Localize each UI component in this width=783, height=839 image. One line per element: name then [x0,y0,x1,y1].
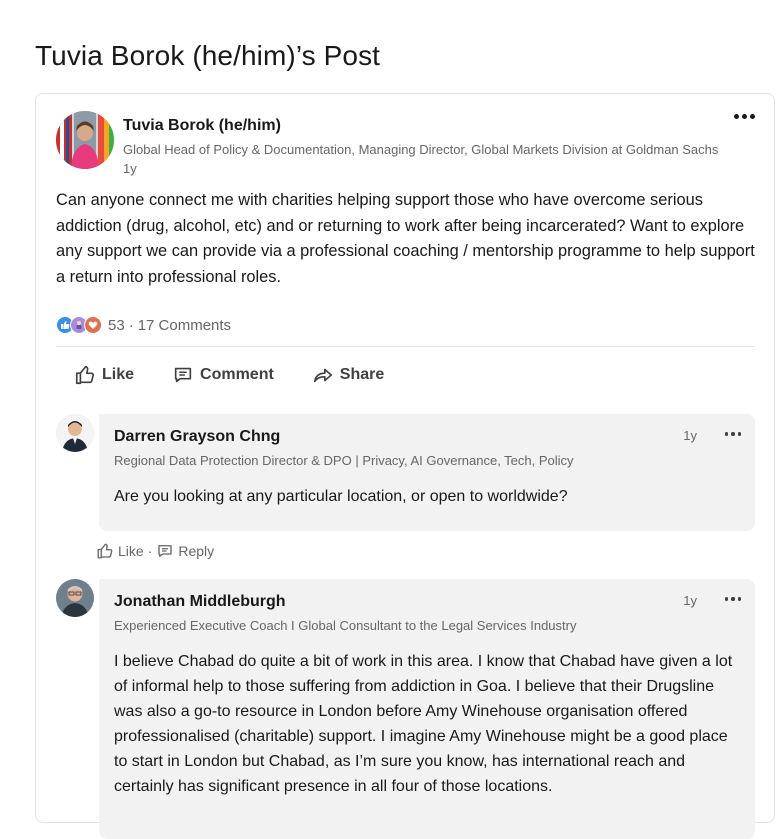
like-button[interactable]: Like [74,364,134,386]
comment-item: Darren Grayson Chng Regional Data Protec… [56,414,756,544]
comment-reply-label: Reply [178,543,215,559]
comment-bubble: Jonathan Middleburgh Experienced Executi… [99,579,755,839]
comment-time: 1y [683,428,697,443]
author-name[interactable]: Tuvia Borok (he/him) [123,117,281,135]
author-photo [56,111,114,169]
page-title: Tuvia Borok (he/him)’s Post [35,40,381,71]
share-button[interactable]: Share [312,364,384,386]
comment-like-label: Like [118,543,144,559]
love-reaction-icon [84,316,102,334]
like-icon [97,543,113,559]
ellipsis-icon [724,597,728,601]
post-more-options-button[interactable] [728,106,760,126]
comment-like-button[interactable]: Like [96,542,144,560]
commenter-avatar[interactable] [56,414,94,452]
separator-dot: · [147,543,153,559]
reactions-summary[interactable]: 53 · 17 Comments [56,315,231,335]
commenter-headline: Regional Data Protection Director & DPO … [114,453,574,468]
ellipsis-icon [737,597,741,601]
ellipsis-icon [733,113,739,119]
share-label: Share [339,366,385,383]
ellipsis-icon [737,432,741,436]
comment-bubble: Darren Grayson Chng Regional Data Protec… [99,414,755,531]
commenter-name[interactable]: Darren Grayson Chng [114,428,280,446]
reaction-count: 53 [108,316,125,334]
commenter-avatar[interactable] [56,579,94,617]
comment-button[interactable]: Comment [172,364,274,386]
comment-actions: Like · Reply [96,542,214,560]
comment-item: Jonathan Middleburgh Experienced Executi… [56,579,756,839]
reply-icon [158,545,173,557]
like-label: Like [102,366,135,383]
ellipsis-icon [731,432,735,436]
comment-label: Comment [200,366,274,383]
post-card: Tuvia Borok (he/him) Global Head of Poli… [35,93,775,839]
comment-text: Are you looking at any particular locati… [114,488,568,505]
author-avatar[interactable] [56,111,114,169]
commenter-photo [56,414,94,452]
separator-dot: · [128,316,134,334]
divider [56,346,755,347]
comments-count-link[interactable]: 17 Comments [138,317,231,334]
post-time: 1y [123,161,137,176]
commenter-name[interactable]: Jonathan Middleburgh [114,593,286,611]
ellipsis-icon [731,597,735,601]
comment-more-options-button[interactable] [724,597,741,601]
commenter-headline: Experienced Executive Coach I Global Con… [114,618,577,633]
commenter-photo [56,579,94,617]
comment-text: I believe Chabad do quite a bit of work … [114,653,733,795]
ellipsis-icon [741,113,747,119]
author-headline: Global Head of Policy & Documentation, M… [123,142,719,157]
like-icon [75,365,95,385]
comment-more-options-button[interactable] [724,432,741,436]
share-arrow-icon [313,368,332,383]
post-text: Can anyone connect me with charities hel… [56,191,755,286]
ellipsis-icon [724,432,728,436]
ellipsis-icon [749,113,755,119]
comment-reply-button[interactable]: Reply [156,542,214,560]
comment-icon [174,367,192,383]
comment-time: 1y [683,593,697,608]
post-actions-bar: Like Comment Share [74,359,422,391]
